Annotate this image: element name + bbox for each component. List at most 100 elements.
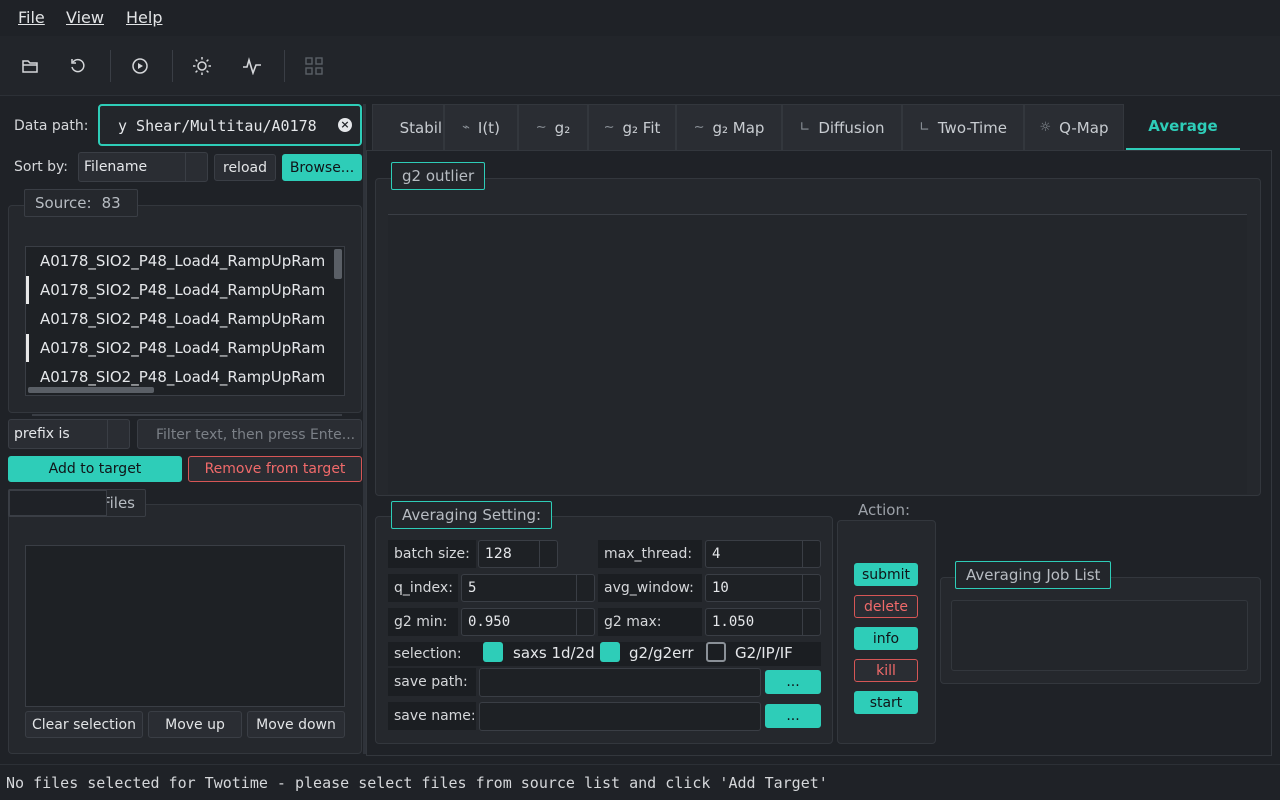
q-index-spinbox[interactable]: 5 [461, 574, 595, 602]
menu-help[interactable]: Help [126, 8, 162, 27]
saxs-checkbox-label: saxs 1d/2d [513, 644, 595, 662]
menu-view[interactable]: View [66, 8, 104, 27]
menu-file[interactable]: File [18, 8, 45, 27]
g2-g2err-checkbox[interactable] [600, 642, 620, 662]
tab-label: g₂ Map [712, 118, 765, 137]
axis-icon: ∟ [799, 120, 811, 135]
tab-label: g₂ [554, 118, 571, 137]
g2-max-spinbox[interactable]: 1.050 [705, 608, 821, 636]
batch-size-label: batch size: [388, 540, 476, 568]
q-index-label: q_index: [388, 574, 458, 602]
averaging-job-list[interactable] [951, 600, 1248, 671]
start-button[interactable]: start [854, 691, 918, 714]
tab-label: Q-Map [1059, 118, 1109, 137]
tab-average[interactable]: Average [1126, 104, 1240, 150]
save-name-input[interactable] [479, 702, 761, 731]
source-file-list[interactable]: A0178_SIO2_P48_Load4_RampUpRam A0178_SIO… [25, 246, 345, 396]
spin-arrows-icon [576, 575, 594, 601]
status-bar: No files selected for Twotime - please s… [0, 764, 1280, 800]
spin-arrows-icon [802, 541, 820, 567]
reload-button[interactable]: reload [214, 154, 276, 181]
avg-window-spinbox[interactable]: 10 [705, 574, 821, 602]
spin-arrows-icon [539, 541, 557, 567]
max-thread-spinbox[interactable]: 4 [705, 540, 821, 568]
spin-arrows-icon [802, 575, 820, 601]
sort-by-select[interactable]: Filename [78, 152, 208, 182]
kill-button[interactable]: kill [854, 659, 918, 682]
add-to-target-button[interactable]: Add to target [8, 456, 182, 482]
g2-min-spinbox[interactable]: 0.950 [461, 608, 595, 636]
move-down-button[interactable]: Move down [247, 711, 345, 738]
source-title-label: Source: [35, 194, 92, 212]
qr-grid-icon[interactable] [298, 50, 330, 82]
data-path-label: Data path: [14, 118, 89, 134]
pulse-icon: ⌁ [462, 120, 470, 135]
play-icon[interactable] [124, 50, 156, 82]
g2-outlier-title: g2 outlier [391, 162, 486, 190]
horizontal-scrollbar[interactable] [28, 387, 154, 393]
splitter-handle[interactable] [32, 414, 342, 416]
averaging-job-list-title: Averaging Job List [955, 561, 1112, 589]
curve-icon: ∼ [535, 120, 547, 135]
clear-icon[interactable]: × [338, 118, 352, 132]
toolbar [0, 36, 1280, 96]
list-item[interactable]: A0178_SIO2_P48_Load4_RampUpRam [26, 276, 332, 304]
tab-g2-fit[interactable]: ∼ g₂ Fit [588, 104, 676, 150]
chevron-down-icon [107, 420, 129, 448]
sun-icon[interactable] [186, 50, 218, 82]
toolbar-separator [110, 50, 111, 82]
target-file-list[interactable] [25, 545, 345, 707]
tab-label: g₂ Fit [622, 118, 661, 137]
list-item[interactable]: A0178_SIO2_P48_Load4_RampUpRam [26, 247, 332, 275]
save-path-browse-button[interactable]: ... [765, 670, 821, 694]
tab-diffusion[interactable]: ∟ Diffusion [782, 104, 902, 150]
refresh-icon[interactable] [62, 50, 94, 82]
avg-window-value: 10 [712, 580, 729, 596]
g2-ip-if-checkbox[interactable] [706, 642, 726, 662]
submit-button[interactable]: submit [854, 563, 918, 586]
target-title-overlay [9, 490, 107, 516]
tab-label: I(t) [477, 118, 500, 137]
tab-two-time[interactable]: ∟ Two-Time [902, 104, 1024, 150]
filter-mode-select[interactable]: prefix is [8, 419, 130, 449]
sort-by-value: Filename [84, 159, 148, 175]
filter-mode-value: prefix is [14, 426, 70, 442]
tab-stability[interactable]: Stability [372, 104, 444, 150]
browse-button[interactable]: Browse... [282, 154, 362, 181]
save-path-input[interactable] [479, 668, 761, 697]
list-item[interactable]: A0178_SIO2_P48_Load4_RampUpRam [26, 334, 332, 362]
g2-outlier-plot[interactable] [388, 214, 1247, 494]
toolbar-separator [172, 50, 173, 82]
clear-selection-button[interactable]: Clear selection [25, 711, 143, 738]
avg-window-label: avg_window: [598, 574, 702, 602]
save-name-browse-button[interactable]: ... [765, 704, 821, 728]
g2-max-value: 1.050 [712, 614, 755, 630]
saxs-checkbox[interactable] [483, 642, 503, 662]
sun-icon: ☼ [1039, 120, 1052, 135]
pulse-icon[interactable] [236, 50, 268, 82]
filter-text-input[interactable]: Filter text, then press Ente... [137, 419, 362, 449]
averaging-setting-title: Averaging Setting: [391, 501, 553, 529]
remove-from-target-button[interactable]: Remove from target [188, 456, 362, 482]
tab-intensity[interactable]: ⌁ I(t) [444, 104, 518, 150]
batch-size-spinbox[interactable]: 128 [478, 540, 558, 568]
chevron-down-icon [185, 153, 207, 181]
tab-q-map[interactable]: ☼ Q-Map [1024, 104, 1124, 150]
axis-icon: ∟ [918, 120, 930, 135]
tab-g2-map[interactable]: ∼ g₂ Map [676, 104, 782, 150]
info-button[interactable]: info [854, 627, 918, 650]
list-item[interactable]: A0178_SIO2_P48_Load4_RampUpRam [26, 305, 332, 333]
move-up-button[interactable]: Move up [148, 711, 242, 738]
menu-bar: File View Help [0, 0, 1280, 36]
g2-g2err-checkbox-label: g2/g2err [629, 644, 694, 662]
vertical-scrollbar[interactable] [334, 249, 342, 279]
data-path-input[interactable]: y Shear/Multitau/A0178 × [98, 104, 362, 146]
target-title-label: Files [102, 494, 135, 512]
tab-g2[interactable]: ∼ g₂ [518, 104, 588, 150]
folder-open-icon[interactable] [14, 50, 46, 82]
filter-placeholder: Filter text, then press Ente... [156, 427, 356, 443]
sort-by-label: Sort by: [14, 159, 69, 175]
delete-button[interactable]: delete [854, 595, 918, 618]
save-path-label: save path: [388, 668, 476, 696]
batch-size-value: 128 [485, 546, 512, 562]
